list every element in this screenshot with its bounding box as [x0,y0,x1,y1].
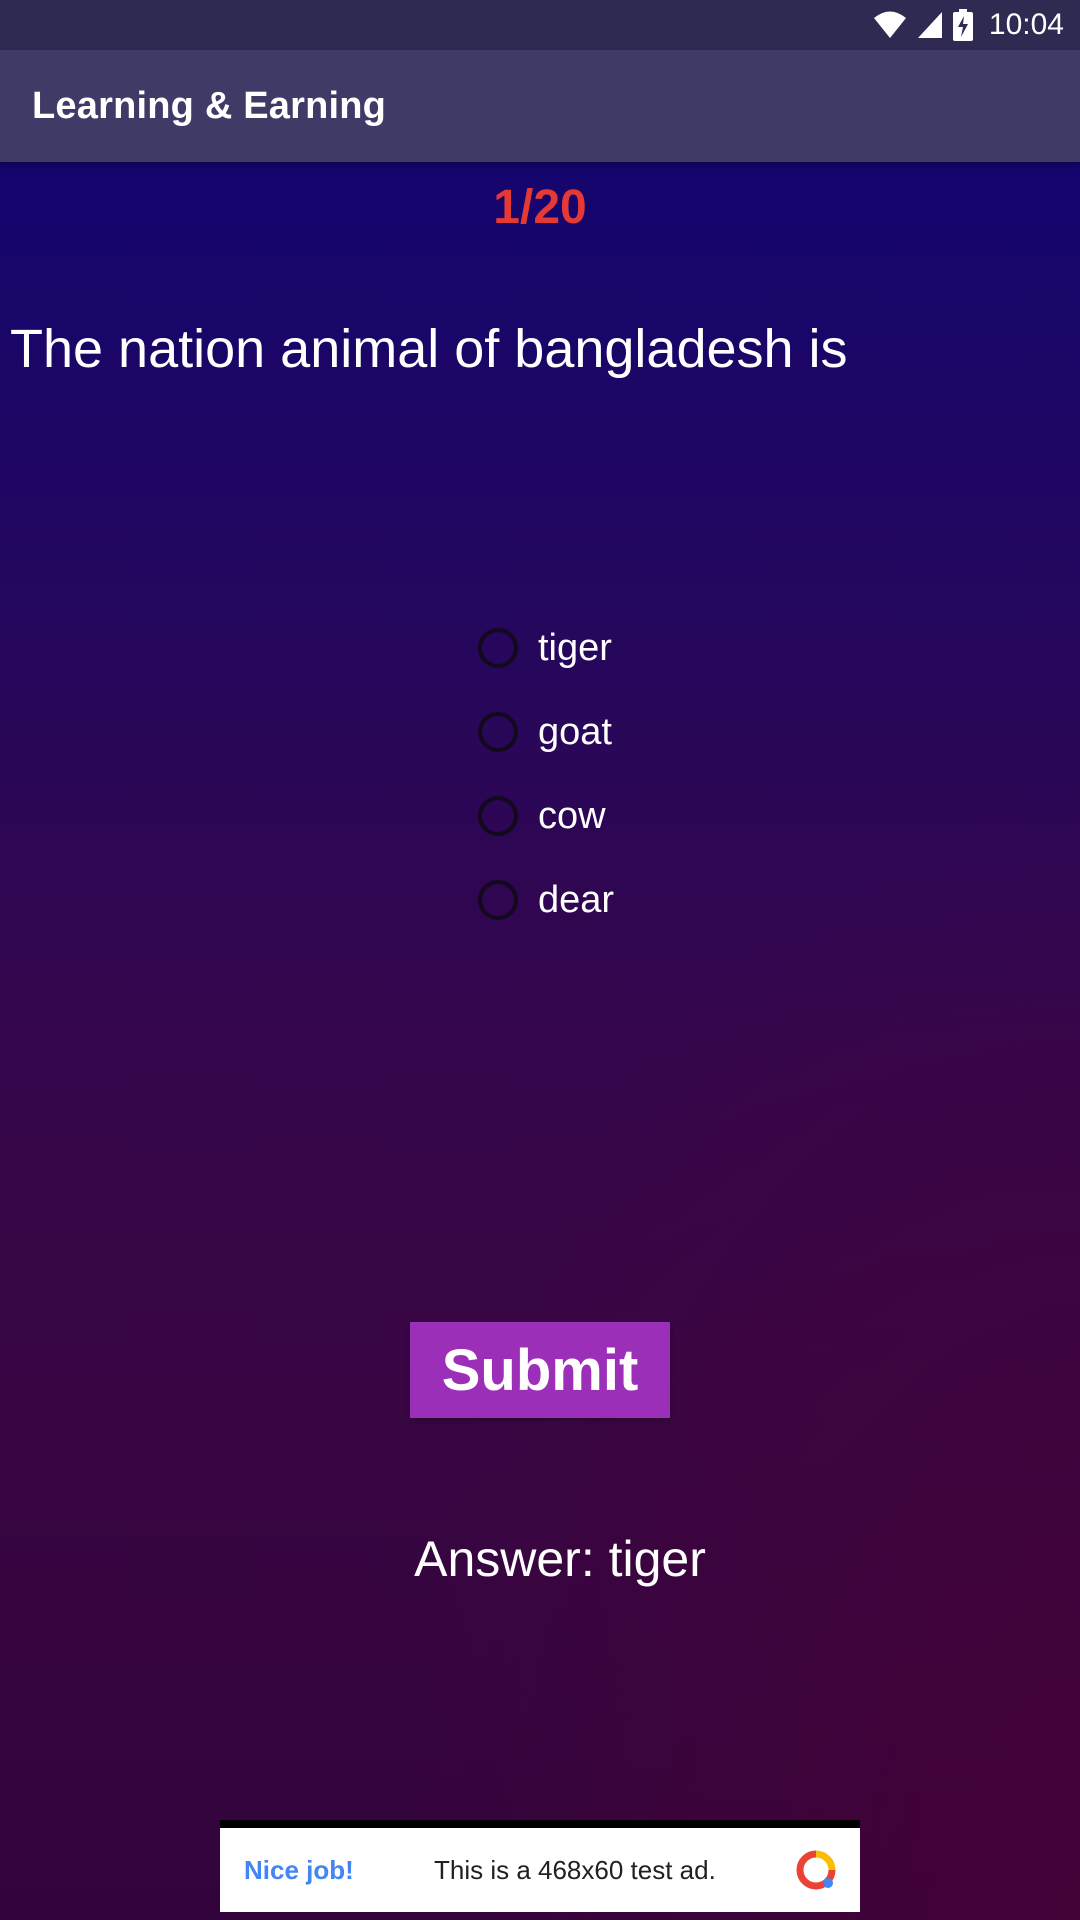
answer-text: Answer: tiger [414,1531,706,1587]
option-dear[interactable]: dear [478,858,614,942]
option-label: cow [538,794,606,837]
option-label: tiger [538,626,612,669]
radio-button[interactable] [478,880,518,920]
wifi-icon [873,11,907,39]
radio-button[interactable] [478,796,518,836]
status-time: 10:04 [988,8,1064,41]
submit-button[interactable]: Submit [410,1322,670,1418]
option-label: dear [538,878,615,921]
option-goat[interactable]: goat [478,690,614,774]
ad-nice-label[interactable]: Nice job! [244,1855,354,1886]
radio-button[interactable] [478,712,518,752]
question-counter: 1/20 [493,181,587,234]
battery-charging-icon [952,9,973,41]
status-bar: 10:04 [0,0,1080,50]
option-cow[interactable]: cow [478,774,614,858]
radio-button[interactable] [478,628,518,668]
option-tiger[interactable]: tiger [478,606,614,690]
ad-brand-logo-icon[interactable] [796,1850,836,1890]
ad-text[interactable]: This is a 468x60 test ad. [434,1855,716,1886]
cell-signal-icon [917,11,943,39]
ad-banner[interactable]: Nice job! This is a 468x60 test ad. [220,1820,860,1912]
quiz-content: 1/20 The nation animal of bangladesh is … [0,162,1080,1920]
app-title: Learning & Earning [32,84,387,127]
app-bar: Learning & Earning [0,50,1080,162]
answer-options: tiger goat cow dear [478,606,614,942]
question-text: The nation animal of bangladesh is [10,319,848,379]
option-label: goat [538,710,612,753]
